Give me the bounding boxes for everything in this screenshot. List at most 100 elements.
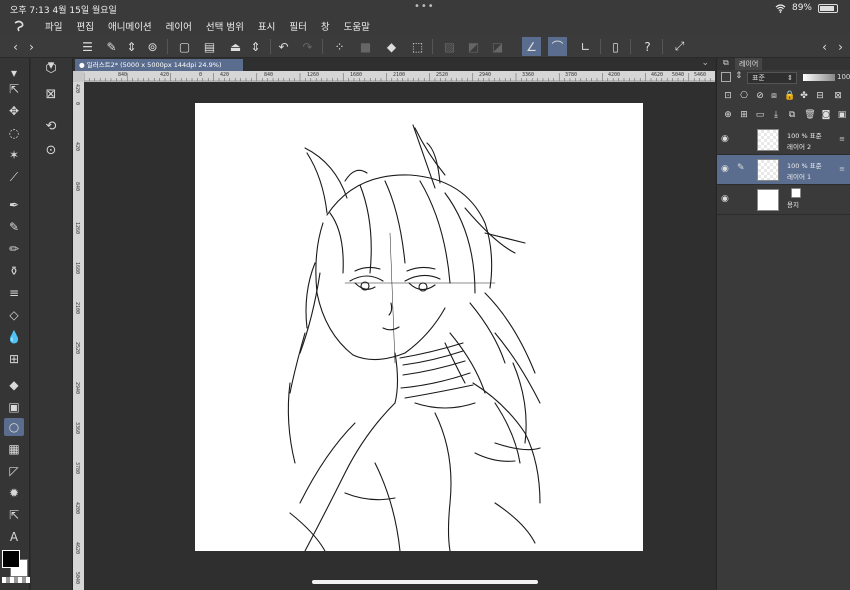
- menu-selection[interactable]: 선택 범위: [199, 19, 251, 33]
- menu-help[interactable]: 도움말: [337, 19, 377, 33]
- menu-window[interactable]: 창: [314, 19, 337, 33]
- lock-layer-icon[interactable]: ⊘: [753, 89, 767, 103]
- ruler-tool-icon[interactable]: ◸: [4, 462, 24, 480]
- apply-mask-icon[interactable]: ▣: [835, 108, 849, 122]
- opacity-value[interactable]: 100: [837, 73, 850, 81]
- blend-toggle-icon[interactable]: [721, 72, 731, 82]
- zoom-view-icon[interactable]: ⊙: [41, 140, 61, 160]
- blend-mode-select[interactable]: 표준 ⇕: [747, 72, 797, 84]
- airbrush-tool-icon[interactable]: ⚱: [4, 262, 24, 280]
- edit-pen-icon[interactable]: ✎: [102, 37, 121, 56]
- clear-icon[interactable]: ■: [356, 37, 375, 56]
- layer-menu-icon[interactable]: ≡: [839, 165, 845, 173]
- layer-palette-color-icon[interactable]: ⊠: [831, 89, 845, 103]
- menu-edit[interactable]: 편집: [69, 19, 100, 33]
- home-indicator[interactable]: [312, 580, 538, 584]
- text-tool-icon[interactable]: A: [4, 528, 24, 546]
- app-logo-icon[interactable]: [0, 16, 38, 35]
- blend-stepper-icon[interactable]: ⇕: [735, 71, 743, 81]
- selection-fill-icon[interactable]: ◩: [464, 37, 483, 56]
- blend-tool-icon[interactable]: 💧: [4, 328, 24, 346]
- stepper-icon[interactable]: ⇕: [122, 37, 141, 56]
- layer-menu-icon[interactable]: ≡: [839, 135, 845, 143]
- figure-tool-icon[interactable]: ○: [4, 418, 24, 436]
- magic-wand-icon[interactable]: ✶: [4, 146, 24, 164]
- main-color-swatch[interactable]: [2, 550, 20, 568]
- menu-file[interactable]: 파일: [38, 19, 69, 33]
- fill-icon[interactable]: ◆: [382, 37, 401, 56]
- object-tool-icon[interactable]: ⇱: [4, 506, 24, 524]
- ruler-vertical[interactable]: 420 0 420 840 1260 1680 2100 2520 2940 3…: [73, 82, 84, 590]
- lasso-tool-icon[interactable]: ◌: [4, 124, 24, 142]
- pencil-tool-icon[interactable]: ✎: [4, 218, 24, 236]
- panel-toggle-right-icon[interactable]: ›: [22, 37, 41, 56]
- open-folder-icon[interactable]: ▤: [200, 37, 219, 56]
- gradient-tool-icon[interactable]: ▣: [4, 398, 24, 416]
- visibility-eye-icon[interactable]: ◉: [721, 194, 729, 204]
- lock-transparency-icon[interactable]: ⧈: [767, 89, 781, 103]
- pen-tool-icon[interactable]: ✒: [4, 196, 24, 214]
- transparent-color-swatch[interactable]: [2, 577, 30, 583]
- new-canvas-icon[interactable]: ▢: [175, 37, 194, 56]
- frame-tool-icon[interactable]: ▦: [4, 440, 24, 458]
- ruler-horizontal[interactable]: 840 420 0 420 840 1260 1680 2100 2520 29…: [84, 71, 715, 82]
- selection-clear-icon[interactable]: ◪: [488, 37, 507, 56]
- transform-icon[interactable]: ⬚: [408, 37, 427, 56]
- deselect-icon[interactable]: ⁘: [330, 37, 349, 56]
- device-icon[interactable]: ▯: [606, 37, 625, 56]
- document-tab[interactable]: ● 일러스트2* (5000 x 5000px 144dpi 24.9%): [75, 59, 243, 71]
- visibility-eye-icon[interactable]: ◉: [721, 134, 729, 144]
- color-swatches[interactable]: [2, 550, 30, 583]
- eraser-tool-icon[interactable]: ◇: [4, 306, 24, 324]
- help-icon[interactable]: ?: [638, 37, 657, 56]
- layer-color-icon[interactable]: ✤: [797, 89, 811, 103]
- grid-tool-icon[interactable]: ⊞: [4, 350, 24, 368]
- move-tool-icon[interactable]: ✥: [4, 102, 24, 120]
- redo-icon[interactable]: ↷: [298, 37, 317, 56]
- lock-icon[interactable]: 🔒: [783, 89, 797, 103]
- clip-layer-icon[interactable]: ⊡: [721, 89, 735, 103]
- decoration-tool-icon[interactable]: ≡: [4, 284, 24, 302]
- delete-layer-icon[interactable]: 🗑: [803, 108, 817, 122]
- reference-layer-icon[interactable]: ⎔: [737, 89, 751, 103]
- layer-row-selected[interactable]: ◉ ✎ 100 % 표준 레이어 1 ≡: [717, 155, 850, 185]
- special-ruler-snap-icon[interactable]: ⌒: [548, 37, 567, 56]
- brush-tool-icon[interactable]: ✏: [4, 240, 24, 258]
- layer-row[interactable]: ◉ 100 % 표준 레이어 2 ≡: [717, 125, 850, 155]
- crop-icon[interactable]: ⊠: [41, 84, 61, 104]
- tab-layer[interactable]: 레이어: [735, 58, 763, 70]
- transfer-down-icon[interactable]: ⤓: [769, 108, 783, 122]
- menu-layer[interactable]: 레이어: [159, 19, 199, 33]
- eyedropper-icon[interactable]: ⟋: [4, 168, 24, 186]
- chevron-down-icon[interactable]: ⌄: [701, 58, 709, 68]
- save-icon[interactable]: ⏏: [226, 37, 245, 56]
- visibility-eye-icon[interactable]: ◉: [721, 164, 729, 174]
- merge-layer-icon[interactable]: ⧉: [785, 108, 799, 122]
- menu-view[interactable]: 표시: [251, 19, 282, 33]
- panel-collapse-right-icon[interactable]: ›: [831, 37, 850, 56]
- fullscreen-icon[interactable]: ⤢: [670, 37, 689, 56]
- 3d-object-icon[interactable]: ⬡: [41, 58, 61, 78]
- operation-tool-icon[interactable]: ⇱: [4, 80, 24, 98]
- menu-filter[interactable]: 필터: [282, 19, 313, 33]
- settings-icon[interactable]: ⊚: [143, 37, 162, 56]
- create-mask-icon[interactable]: ◙: [819, 108, 833, 122]
- new-raster-layer-icon[interactable]: ⊕: [721, 108, 735, 122]
- rotate-view-icon[interactable]: ⟲: [41, 116, 61, 136]
- effect-line-icon[interactable]: ✹: [4, 484, 24, 502]
- undo-icon[interactable]: ↶: [274, 37, 293, 56]
- grid-snap-icon[interactable]: ∟: [576, 37, 595, 56]
- menu-animation[interactable]: 애니메이션: [101, 19, 159, 33]
- new-vector-layer-icon[interactable]: ⊞: [737, 108, 751, 122]
- mask-toggle-icon[interactable]: ⊟: [813, 89, 827, 103]
- canvas-paper[interactable]: [195, 103, 643, 551]
- new-folder-icon[interactable]: ▭: [753, 108, 767, 122]
- layer-row-paper[interactable]: ◉ 용지: [717, 185, 850, 215]
- fill-tool-icon[interactable]: ◆: [4, 376, 24, 394]
- save-stepper-icon[interactable]: ⇕: [246, 37, 265, 56]
- hamburger-menu-icon[interactable]: ☰: [78, 37, 97, 56]
- multitask-dots[interactable]: •••: [414, 1, 435, 12]
- selection-grid-icon[interactable]: ▨: [440, 37, 459, 56]
- opacity-slider[interactable]: [803, 74, 835, 81]
- ruler-snap-icon[interactable]: ∠: [522, 37, 541, 56]
